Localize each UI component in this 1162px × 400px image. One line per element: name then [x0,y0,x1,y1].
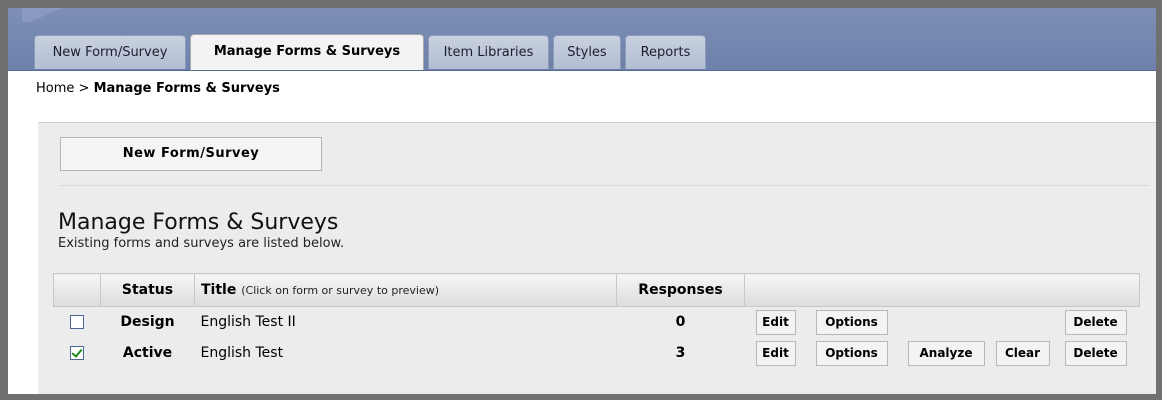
table-row: Design English Test II 0 Edit Options De… [54,307,1140,338]
breadcrumb-current: Manage Forms & Surveys [93,81,280,96]
new-form-survey-button[interactable]: New Form/Survey [60,137,322,171]
title-cell: English Test II [195,307,617,338]
table-row: Active English Test 3 Edit Options Analy… [54,338,1140,369]
responses-cell: 0 [675,314,686,331]
edit-button[interactable]: Edit [755,340,796,366]
tab-bar: New Form/Survey Manage Forms & Surveys I… [8,8,1156,71]
select-column-header [53,273,101,307]
row-checkbox[interactable] [70,315,84,330]
manage-panel: New Form/Survey Manage Forms & Surveys E… [38,122,1156,394]
options-button[interactable]: Options [815,340,888,366]
status-cell: Design [120,314,175,331]
page-subtitle: Existing forms and surveys are listed be… [58,236,345,251]
row-select-cell [54,338,101,369]
breadcrumb-separator: > [78,81,90,96]
forms-table: Status Title (Click on form or survey to… [53,273,1140,369]
title-cell: English Test [195,338,617,369]
row-select-cell [54,307,101,338]
title-column-header: Title (Click on form or survey to previe… [194,273,617,307]
form-title-link[interactable]: English Test II [201,314,296,330]
breadcrumb-home-link[interactable]: Home [36,81,74,96]
delete-button[interactable]: Delete [1064,340,1127,366]
status-column-header: Status [100,273,195,307]
actions-cell: Edit Options Delete [745,307,1140,338]
page-title: Manage Forms & Surveys [58,210,339,235]
tab-new-form-survey[interactable]: New Form/Survey [34,35,186,69]
tab-manage-forms-surveys[interactable]: Manage Forms & Surveys [190,34,424,70]
app-window: New Form/Survey Manage Forms & Surveys I… [8,8,1156,394]
tabbar-decoration [22,8,62,22]
table-header-row: Status Title (Click on form or survey to… [53,273,1140,307]
analyze-button[interactable]: Analyze [907,340,985,366]
tab-styles[interactable]: Styles [553,35,621,69]
edit-button[interactable]: Edit [755,310,796,335]
actions-column-header [744,273,1140,307]
row-checkbox-checked[interactable] [70,346,84,360]
title-header-label: Title [201,282,237,298]
tab-reports[interactable]: Reports [625,35,706,69]
clear-button[interactable]: Clear [995,340,1050,366]
tab-item-libraries[interactable]: Item Libraries [428,35,549,69]
options-button[interactable]: Options [815,310,888,335]
divider [60,185,1150,186]
delete-button[interactable]: Delete [1064,310,1127,335]
status-cell: Active [122,345,173,361]
form-title-link[interactable]: English Test [201,345,284,361]
responses-cell: 3 [675,345,686,361]
actions-cell: Edit Options Analyze Clear Delete [745,338,1140,369]
responses-column-header: Responses [616,273,745,307]
title-header-hint: (Click on form or survey to preview) [241,284,440,297]
breadcrumb: Home > Manage Forms & Surveys [36,81,280,96]
